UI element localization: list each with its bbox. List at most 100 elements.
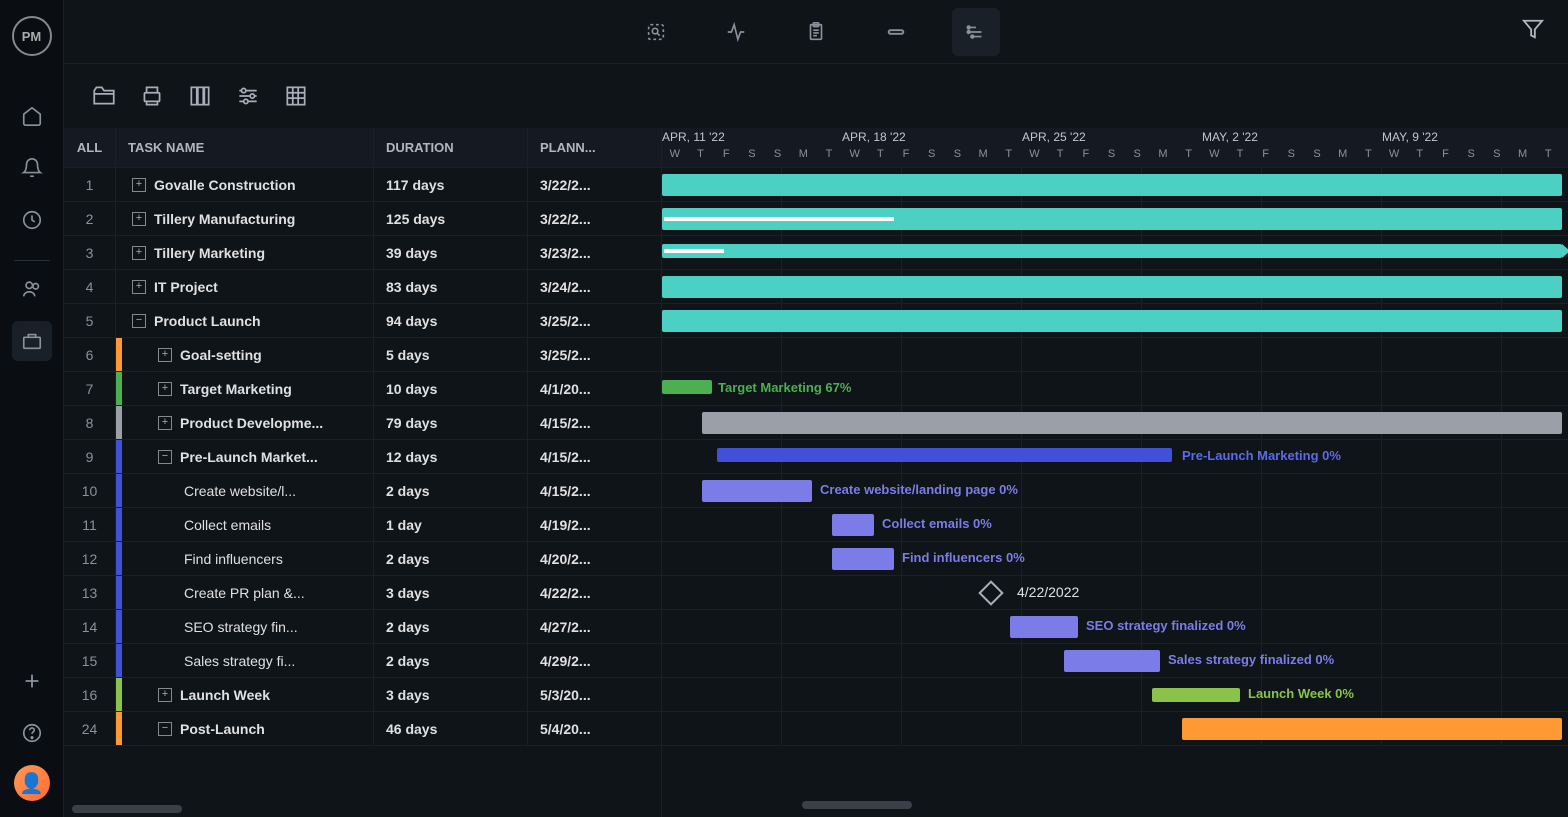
gantt-bar[interactable] bbox=[702, 480, 812, 502]
row-number: 10 bbox=[64, 474, 116, 507]
columns-icon[interactable] bbox=[184, 80, 216, 112]
task-row[interactable]: 10 Create website/l... 2 days 4/15/2... bbox=[64, 474, 661, 508]
gantt-row: Find influencers 0% bbox=[662, 542, 1568, 576]
activity-icon[interactable] bbox=[712, 8, 760, 56]
day-label: T bbox=[996, 148, 1022, 160]
row-number: 11 bbox=[64, 508, 116, 541]
gantt-row: Pre-Launch Marketing 0% bbox=[662, 440, 1568, 474]
gantt-bar[interactable] bbox=[662, 380, 712, 394]
expand-toggle[interactable]: + bbox=[132, 178, 146, 192]
task-row[interactable]: 16 + Launch Week 3 days 5/3/20... bbox=[64, 678, 661, 712]
task-row[interactable]: 3 + Tillery Marketing 39 days 3/23/2... bbox=[64, 236, 661, 270]
bell-icon[interactable] bbox=[12, 148, 52, 188]
gantt-bar[interactable] bbox=[1182, 718, 1562, 740]
expand-toggle[interactable]: + bbox=[158, 348, 172, 362]
column-header-planned[interactable]: PLANN... bbox=[528, 128, 661, 167]
expand-toggle[interactable]: + bbox=[132, 246, 146, 260]
column-header-all[interactable]: ALL bbox=[64, 128, 116, 167]
expand-toggle[interactable]: + bbox=[158, 688, 172, 702]
briefcase-icon[interactable] bbox=[12, 321, 52, 361]
users-icon[interactable] bbox=[12, 269, 52, 309]
task-row[interactable]: 7 + Target Marketing 10 days 4/1/20... bbox=[64, 372, 661, 406]
bar-label: Create website/landing page 0% bbox=[820, 482, 1018, 497]
gantt-bar[interactable] bbox=[662, 310, 1562, 332]
task-duration: 2 days bbox=[374, 542, 528, 575]
color-bar bbox=[116, 542, 122, 575]
task-name: Sales strategy fi... bbox=[184, 653, 295, 669]
gantt-bar[interactable] bbox=[662, 208, 1562, 230]
row-number: 1 bbox=[64, 168, 116, 201]
task-row[interactable]: 9 − Pre-Launch Market... 12 days 4/15/2.… bbox=[64, 440, 661, 474]
gantt-bar[interactable] bbox=[1010, 616, 1078, 638]
task-scrollbar[interactable] bbox=[72, 805, 182, 813]
link-icon[interactable] bbox=[872, 8, 920, 56]
task-planned: 4/19/2... bbox=[528, 508, 661, 541]
gantt-bar[interactable] bbox=[662, 244, 1562, 258]
clipboard-icon[interactable] bbox=[792, 8, 840, 56]
task-row[interactable]: 14 SEO strategy fin... 2 days 4/27/2... bbox=[64, 610, 661, 644]
column-header-task[interactable]: TASK NAME bbox=[116, 128, 374, 167]
home-icon[interactable] bbox=[12, 96, 52, 136]
gantt-bar[interactable] bbox=[1152, 688, 1240, 702]
task-duration: 1 day bbox=[374, 508, 528, 541]
clock-icon[interactable] bbox=[12, 200, 52, 240]
task-row[interactable]: 1 + Govalle Construction 117 days 3/22/2… bbox=[64, 168, 661, 202]
task-duration: 2 days bbox=[374, 610, 528, 643]
bar-label: Collect emails 0% bbox=[882, 516, 992, 531]
task-row[interactable]: 24 − Post-Launch 46 days 5/4/20... bbox=[64, 712, 661, 746]
avatar[interactable]: 👤 bbox=[14, 765, 50, 801]
expand-toggle[interactable]: − bbox=[132, 314, 146, 328]
gantt-bar[interactable] bbox=[662, 174, 1562, 196]
day-label: W bbox=[1022, 148, 1048, 160]
filter-icon[interactable] bbox=[1522, 18, 1544, 45]
color-bar bbox=[116, 406, 122, 439]
help-icon[interactable] bbox=[12, 713, 52, 753]
task-planned: 3/25/2... bbox=[528, 304, 661, 337]
task-row[interactable]: 6 + Goal-setting 5 days 3/25/2... bbox=[64, 338, 661, 372]
row-number: 16 bbox=[64, 678, 116, 711]
gantt-bar[interactable] bbox=[832, 514, 874, 536]
expand-toggle[interactable]: + bbox=[158, 416, 172, 430]
gantt-bar[interactable] bbox=[832, 548, 894, 570]
bar-label: Launch Week 0% bbox=[1248, 686, 1354, 701]
task-name: Launch Week bbox=[180, 687, 270, 703]
expand-toggle[interactable]: + bbox=[132, 280, 146, 294]
task-row[interactable]: 8 + Product Developme... 79 days 4/15/2.… bbox=[64, 406, 661, 440]
task-row[interactable]: 11 Collect emails 1 day 4/19/2... bbox=[64, 508, 661, 542]
task-row[interactable]: 5 − Product Launch 94 days 3/25/2... bbox=[64, 304, 661, 338]
gantt-row bbox=[662, 712, 1568, 746]
expand-toggle[interactable]: + bbox=[158, 382, 172, 396]
expand-toggle[interactable]: − bbox=[158, 722, 172, 736]
gantt-scrollbar[interactable] bbox=[802, 801, 912, 809]
task-planned: 4/15/2... bbox=[528, 440, 661, 473]
grid-icon[interactable] bbox=[280, 80, 312, 112]
task-row[interactable]: 13 Create PR plan &... 3 days 4/22/2... bbox=[64, 576, 661, 610]
folder-icon[interactable] bbox=[88, 80, 120, 112]
bar-label: SEO strategy finalized 0% bbox=[1086, 618, 1246, 633]
search-zoom-icon[interactable] bbox=[632, 8, 680, 56]
milestone-icon[interactable] bbox=[978, 580, 1003, 605]
gantt-bar[interactable] bbox=[717, 448, 1172, 462]
task-row[interactable]: 12 Find influencers 2 days 4/20/2... bbox=[64, 542, 661, 576]
day-label: W bbox=[1381, 148, 1407, 160]
expand-toggle[interactable]: − bbox=[158, 450, 172, 464]
gantt-bar[interactable] bbox=[702, 412, 1562, 434]
bar-label: Target Marketing 67% bbox=[718, 380, 851, 395]
task-row[interactable]: 4 + IT Project 83 days 3/24/2... bbox=[64, 270, 661, 304]
row-number: 4 bbox=[64, 270, 116, 303]
sliders-icon[interactable] bbox=[232, 80, 264, 112]
task-planned: 4/15/2... bbox=[528, 474, 661, 507]
day-label: F bbox=[1073, 148, 1099, 160]
task-name: Pre-Launch Market... bbox=[180, 449, 318, 465]
color-bar bbox=[116, 440, 122, 473]
column-header-duration[interactable]: DURATION bbox=[374, 128, 528, 167]
task-row[interactable]: 2 + Tillery Manufacturing 125 days 3/22/… bbox=[64, 202, 661, 236]
timeline-icon[interactable] bbox=[952, 8, 1000, 56]
print-icon[interactable] bbox=[136, 80, 168, 112]
gantt-bar[interactable] bbox=[1064, 650, 1160, 672]
gantt-bar[interactable] bbox=[662, 276, 1562, 298]
app-logo[interactable]: PM bbox=[12, 16, 52, 56]
plus-icon[interactable] bbox=[12, 661, 52, 701]
task-row[interactable]: 15 Sales strategy fi... 2 days 4/29/2... bbox=[64, 644, 661, 678]
expand-toggle[interactable]: + bbox=[132, 212, 146, 226]
